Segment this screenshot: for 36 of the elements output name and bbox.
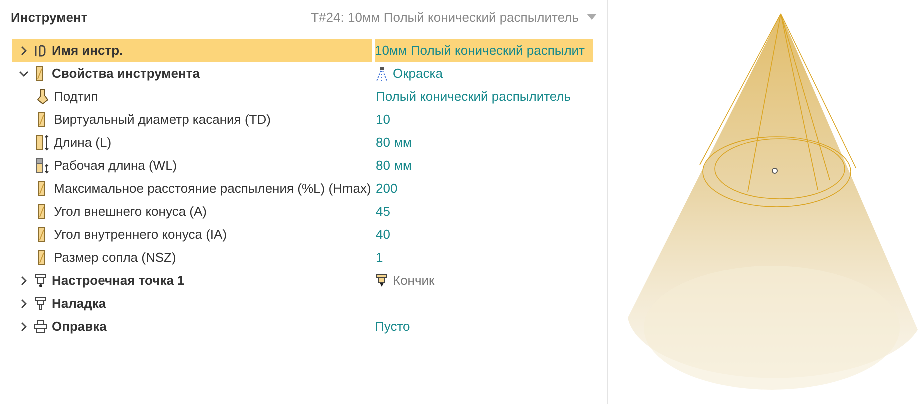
property-value[interactable]: 200 (376, 181, 398, 196)
property-label: Наладка (52, 296, 106, 311)
spray-icon (375, 66, 389, 82)
property-value[interactable]: Кончик (393, 273, 435, 288)
property-label: Рабочая длина (WL) (54, 158, 178, 173)
tool-selector[interactable]: T#24: 10мм Полый конический распылитель (311, 10, 597, 24)
tip-icon (375, 272, 389, 288)
property-value[interactable]: 1 (376, 250, 384, 265)
length-icon (36, 134, 50, 150)
property-value[interactable]: 80 мм (376, 158, 412, 173)
property-value[interactable]: 10 (376, 112, 390, 127)
property-value[interactable]: Полый конический распылитель (376, 89, 572, 104)
property-value[interactable]: 40 (376, 227, 390, 242)
holder-icon (34, 318, 48, 334)
property-label: Угол внешнего конуса (A) (54, 204, 207, 219)
dropdown-caret-icon (587, 14, 597, 20)
panel-title: Инструмент (11, 10, 88, 24)
nozzle-icon (36, 88, 50, 104)
setup-icon (34, 296, 48, 312)
property-label: Размер сопла (NSZ) (54, 250, 176, 265)
property-label: Свойства инструмента (52, 66, 200, 81)
property-label: Оправка (52, 319, 107, 334)
holder-point-icon (34, 272, 48, 288)
working-length-icon (36, 158, 50, 174)
id-icon (34, 42, 48, 58)
property-value[interactable]: Пусто (375, 319, 410, 334)
property-label: Настроечная точка 1 (52, 273, 185, 288)
property-label: Длина (L) (54, 135, 112, 150)
property-label: Имя инстр. (52, 43, 124, 58)
property-value[interactable]: 45 (376, 204, 390, 219)
property-label: Угол внутреннего конуса (IA) (54, 227, 228, 242)
property-label: Подтип (54, 89, 98, 104)
property-label: Виртуальный диаметр касания (TD) (54, 112, 271, 127)
property-value[interactable]: Окраска (393, 66, 443, 81)
property-value[interactable]: 80 мм (376, 135, 412, 150)
property-label: Максимальное расстояние распыления (%L) (Hmax) (54, 181, 372, 196)
